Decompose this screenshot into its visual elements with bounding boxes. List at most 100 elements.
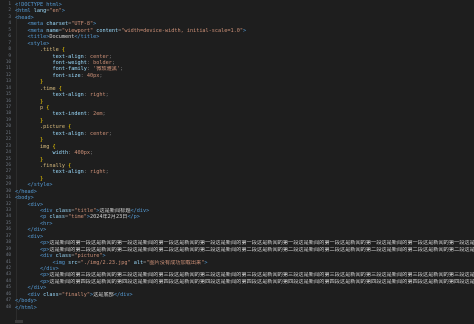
code-token: <head> <box>15 14 34 21</box>
code-token: { <box>58 47 65 54</box>
code-token: right <box>89 169 106 176</box>
code-token: class <box>46 214 65 221</box>
code-token: '微软雅黑' <box>93 66 121 73</box>
code-line[interactable]: <p>这是新闻的第四段这是新闻的第四段这是新闻的第四段这是新闻的第四段这是新闻的… <box>15 279 474 285</box>
code-token: > <box>61 8 65 15</box>
code-token: img <box>40 143 50 150</box>
code-token: ; <box>105 92 109 99</box>
code-token: "en" <box>49 8 62 15</box>
code-token: <p> <box>40 240 50 247</box>
code-token: </p> <box>127 214 140 221</box>
code-token: font-size <box>52 72 81 79</box>
code-token: <p> <box>40 272 50 279</box>
code-token: { <box>43 105 50 111</box>
code-token: .picture <box>40 124 65 131</box>
code-token: name <box>43 27 59 34</box>
code-token: > <box>93 21 97 28</box>
code-token: <img <box>52 259 65 266</box>
code-token: 2024年2月23日 <box>90 214 128 221</box>
code-token: } <box>40 175 44 182</box>
code-token: Document <box>49 34 75 41</box>
code-token: ; <box>89 150 94 157</box>
code-token: ; <box>120 66 124 73</box>
code-token: ; <box>111 59 115 66</box>
code-token: </body> <box>15 298 37 305</box>
code-token: "picture" <box>74 253 103 260</box>
code-token: "title" <box>74 208 97 214</box>
code-token: ; <box>99 72 103 79</box>
code-token: "viewport" <box>61 27 94 34</box>
code-token: text-align <box>52 169 84 176</box>
code-token: </div> <box>27 285 47 292</box>
code-token: > <box>243 27 247 34</box>
code-token: </div> <box>130 208 150 214</box>
code-token: src <box>64 259 78 266</box>
code-token: <div <box>40 253 53 260</box>
code-token: class <box>52 253 72 260</box>
code-token: class <box>40 291 59 298</box>
code-token: class <box>52 208 72 214</box>
code-token: "./img/2.23.jpg" <box>80 259 131 266</box>
code-token: } <box>40 156 44 163</box>
code-token: <div <box>40 208 53 214</box>
code-token: </title> <box>74 34 100 41</box>
code-token: <title> <box>27 34 50 41</box>
code-token: <hr> <box>40 220 53 227</box>
code-token: <style> <box>27 40 50 47</box>
line-number-gutter: 1 2 3 4 5 6 7 8 9 10 11 12 13 14 15 16 17 18 19 20 21 22 23 24 2… <box>0 2 13 311</box>
code-token: { <box>55 85 62 92</box>
code-token: 40px <box>86 72 100 79</box>
code-token: ; <box>105 169 109 176</box>
code-token: <!DOCTYPE html> <box>15 2 62 8</box>
code-token: "time" <box>68 214 87 221</box>
code-token: text-align <box>52 130 84 137</box>
code-token: 这是新闻的第三段这是新闻的第三段这是新闻的第三段这是新闻的第三段这是新闻的第三段… <box>49 272 474 279</box>
cursor-line-marker <box>15 320 23 323</box>
code-line[interactable]: </html> <box>15 305 474 311</box>
code-token: ; <box>108 53 112 60</box>
code-token: center <box>89 130 109 137</box>
code-token: { <box>49 143 56 150</box>
code-token: "图片没有成功加载出来" <box>146 259 205 266</box>
code-token: font-family <box>52 66 87 73</box>
code-token: 400px <box>74 150 90 157</box>
code-token: </div> <box>113 291 133 298</box>
code-token: alt <box>130 259 144 266</box>
code-area[interactable]: <!DOCTYPE html> <html lang="en"> <head> <m… <box>15 2 474 311</box>
code-editor[interactable]: 1 2 3 4 5 6 7 8 9 10 11 12 13 14 15 16 17 18 19 20 21 22 23 24 2… <box>0 0 474 324</box>
code-token: .finally <box>40 162 65 169</box>
code-token: .title <box>40 47 59 54</box>
code-token: </head> <box>15 188 37 195</box>
code-token: ; <box>108 130 112 137</box>
code-token: } <box>40 79 44 86</box>
